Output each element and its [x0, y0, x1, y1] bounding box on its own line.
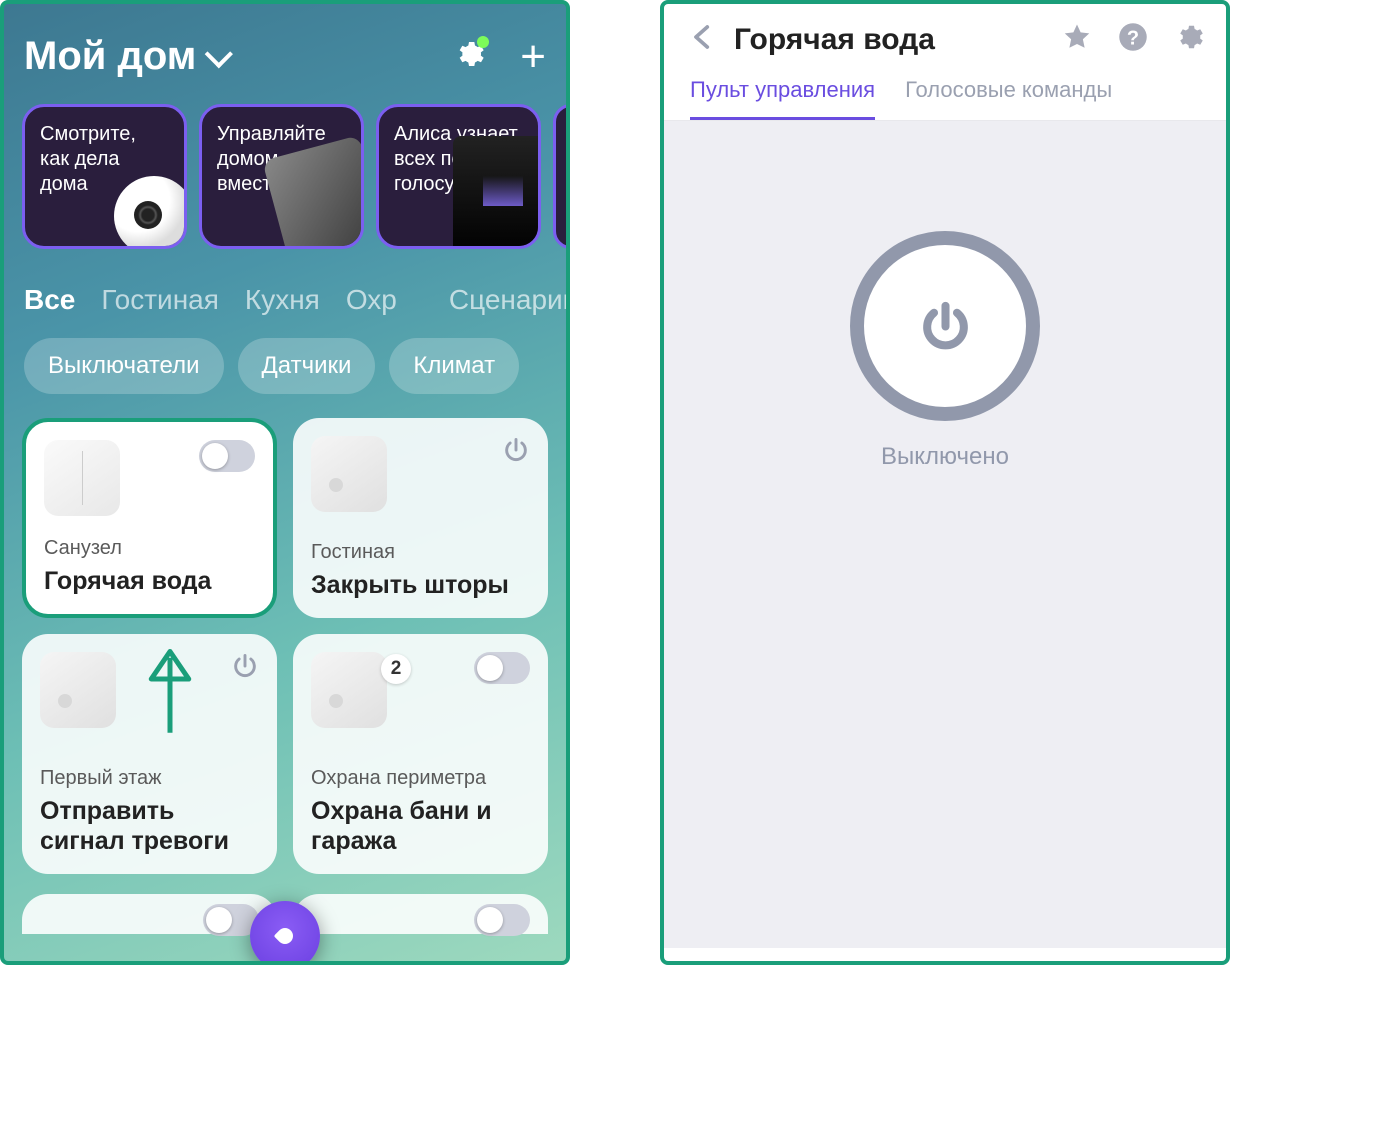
- arrow-left-icon: [686, 22, 716, 52]
- device-grid: Санузел Горячая вода Гостиная Закрыть шт…: [4, 414, 566, 878]
- switch-icon: [44, 440, 120, 516]
- room-tab-scenarios[interactable]: Сценарии: [449, 284, 566, 316]
- room-tab-all[interactable]: Все: [24, 284, 75, 316]
- add-button[interactable]: +: [520, 35, 546, 79]
- device-title: Отправить сигнал тревоги: [40, 796, 259, 856]
- story-text: Смотрите, как дела дома: [40, 123, 136, 195]
- toggle-switch[interactable]: [474, 904, 530, 936]
- device-detail-screen: Горячая вода ? Пульт управления Голосовы…: [660, 0, 1230, 965]
- device-title: Горячая вода: [734, 23, 1044, 57]
- chevron-down-icon: [205, 40, 233, 68]
- favorite-button[interactable]: [1062, 22, 1092, 57]
- device-card-curtains[interactable]: Гостиная Закрыть шторы: [293, 418, 548, 618]
- svg-text:?: ?: [1127, 28, 1139, 50]
- alice-voice-button[interactable]: [250, 901, 320, 965]
- chip-switches[interactable]: Выключатели: [24, 338, 224, 394]
- story-card[interactable]: Н д с: [553, 104, 566, 249]
- back-button[interactable]: [686, 22, 716, 57]
- settings-button[interactable]: [1174, 22, 1204, 57]
- filter-chips: Выключатели Датчики Климат: [4, 328, 566, 414]
- device-card[interactable]: [22, 894, 277, 934]
- gear-icon: [1174, 22, 1204, 52]
- power-toggle-button[interactable]: [850, 231, 1040, 421]
- room-label: Гостиная: [311, 541, 530, 564]
- home-screen: Мой дом + Смотрите, как дела дома Управл…: [0, 0, 570, 965]
- tab-control[interactable]: Пульт управления: [690, 77, 875, 120]
- detail-header: Горячая вода ?: [664, 4, 1226, 65]
- home-title: Мой дом: [24, 34, 196, 79]
- settings-button[interactable]: [453, 38, 485, 75]
- device-title: Охрана бани и гаража: [311, 796, 530, 856]
- room-label: Охрана периметра: [311, 767, 530, 790]
- control-panel: Выключено: [664, 121, 1226, 948]
- device-card-security[interactable]: 2 Охрана периметра Охрана бани и гаража: [293, 634, 548, 874]
- device-title: Закрыть шторы: [311, 570, 530, 600]
- power-icon[interactable]: [231, 652, 259, 680]
- power-icon: [918, 299, 973, 354]
- header-actions: ?: [1062, 22, 1204, 57]
- device-icon: [40, 652, 116, 728]
- story-card[interactable]: Смотрите, как дела дома: [22, 104, 187, 249]
- room-tabs: Все Гостиная Кухня Охр Сценарии: [4, 259, 566, 328]
- room-label: Санузел: [44, 537, 255, 560]
- device-card-hot-water[interactable]: Санузел Горячая вода: [22, 418, 277, 618]
- chip-sensors[interactable]: Датчики: [238, 338, 376, 394]
- device-title: Горячая вода: [44, 566, 255, 596]
- header: Мой дом +: [4, 4, 566, 94]
- device-icon: [311, 652, 387, 728]
- power-status: Выключено: [881, 443, 1009, 471]
- toggle-switch[interactable]: [474, 652, 530, 684]
- stories-row[interactable]: Смотрите, как дела дома Управляйте домом…: [4, 94, 566, 259]
- home-selector[interactable]: Мой дом: [24, 34, 226, 79]
- toggle-switch[interactable]: [199, 440, 255, 472]
- star-icon: [1062, 22, 1092, 52]
- arrow-up-icon: [145, 639, 195, 719]
- device-count-badge: 2: [381, 654, 411, 684]
- room-tab[interactable]: Кухня: [245, 284, 320, 316]
- device-icon: [311, 436, 387, 512]
- detail-tabs: Пульт управления Голосовые команды: [664, 65, 1226, 121]
- camera-illustration: [114, 176, 187, 249]
- story-card[interactable]: Управляйте домом вместе: [199, 104, 364, 249]
- story-card[interactable]: Алиса узнает всех по голосу: [376, 104, 541, 249]
- speaker-illustration: [453, 136, 541, 249]
- tab-voice[interactable]: Голосовые команды: [905, 77, 1112, 120]
- room-tab[interactable]: Гостиная: [101, 284, 219, 316]
- room-tab[interactable]: Охр: [346, 284, 397, 316]
- power-icon[interactable]: [502, 436, 530, 464]
- chip-climate[interactable]: Климат: [389, 338, 519, 394]
- device-card[interactable]: [293, 894, 548, 934]
- header-actions: +: [453, 35, 546, 79]
- notification-dot: [477, 36, 489, 48]
- room-label: Первый этаж: [40, 767, 259, 790]
- help-button[interactable]: ?: [1118, 22, 1148, 57]
- device-card-alarm[interactable]: Первый этаж Отправить сигнал тревоги: [22, 634, 277, 874]
- help-icon: ?: [1118, 22, 1148, 52]
